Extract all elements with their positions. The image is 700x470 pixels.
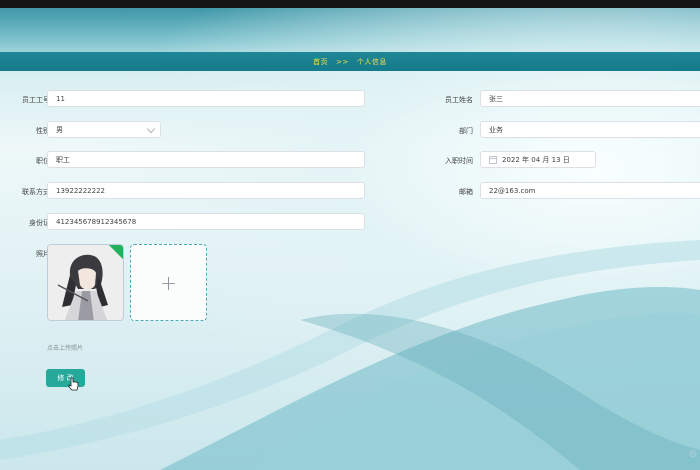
email-field[interactable]: 22@163.com [480,182,700,199]
id-card-field[interactable]: 412345678912345678 [47,213,365,230]
id-card-label: 身份证 [29,219,50,227]
employee-name-field[interactable]: 张三 [480,90,700,107]
calendar-icon [489,155,497,164]
modify-button[interactable]: 修 改 [46,369,85,387]
contact-field[interactable]: 13922222222 [47,182,365,199]
corner-mark-icon: ◎ [689,449,697,459]
plus-icon: + [160,270,177,295]
upload-hint: 点击上传照片 [47,345,84,352]
position-field[interactable]: 职工 [47,151,365,168]
gender-value: 男 [56,125,63,134]
breadcrumb-current: 个人信息 [356,57,387,66]
employee-id-field[interactable]: 11 [47,90,365,107]
position-label: 职位 [36,157,50,165]
employee-id-label: 员工工号 [22,96,50,104]
mouse-cursor-icon [68,377,79,391]
hire-date-picker[interactable]: 2022 年 04 月 13 日 [480,151,596,168]
department-label: 部门 [459,127,473,135]
employee-name-label: 员工姓名 [445,96,473,104]
breadcrumb-home[interactable]: 首页 [313,57,328,67]
chevron-down-icon [146,124,156,134]
gender-label: 性别 [36,127,50,135]
email-label: 邮箱 [459,188,473,196]
photo-label: 照片 [36,250,50,258]
hire-date-value: 2022 年 04 月 13 日 [502,155,570,164]
uploaded-photo[interactable] [47,244,124,321]
add-photo-button[interactable]: + [130,244,207,321]
hire-date-label: 入职时间 [445,157,473,165]
breadcrumb-separator: >> [336,57,349,66]
gender-select[interactable]: 男 [47,121,161,138]
portrait-image [48,245,123,320]
contact-label: 联系方式 [22,188,50,196]
breadcrumb: 首页 >> 个人信息 [0,52,700,71]
department-field[interactable]: 业务 [480,121,700,138]
